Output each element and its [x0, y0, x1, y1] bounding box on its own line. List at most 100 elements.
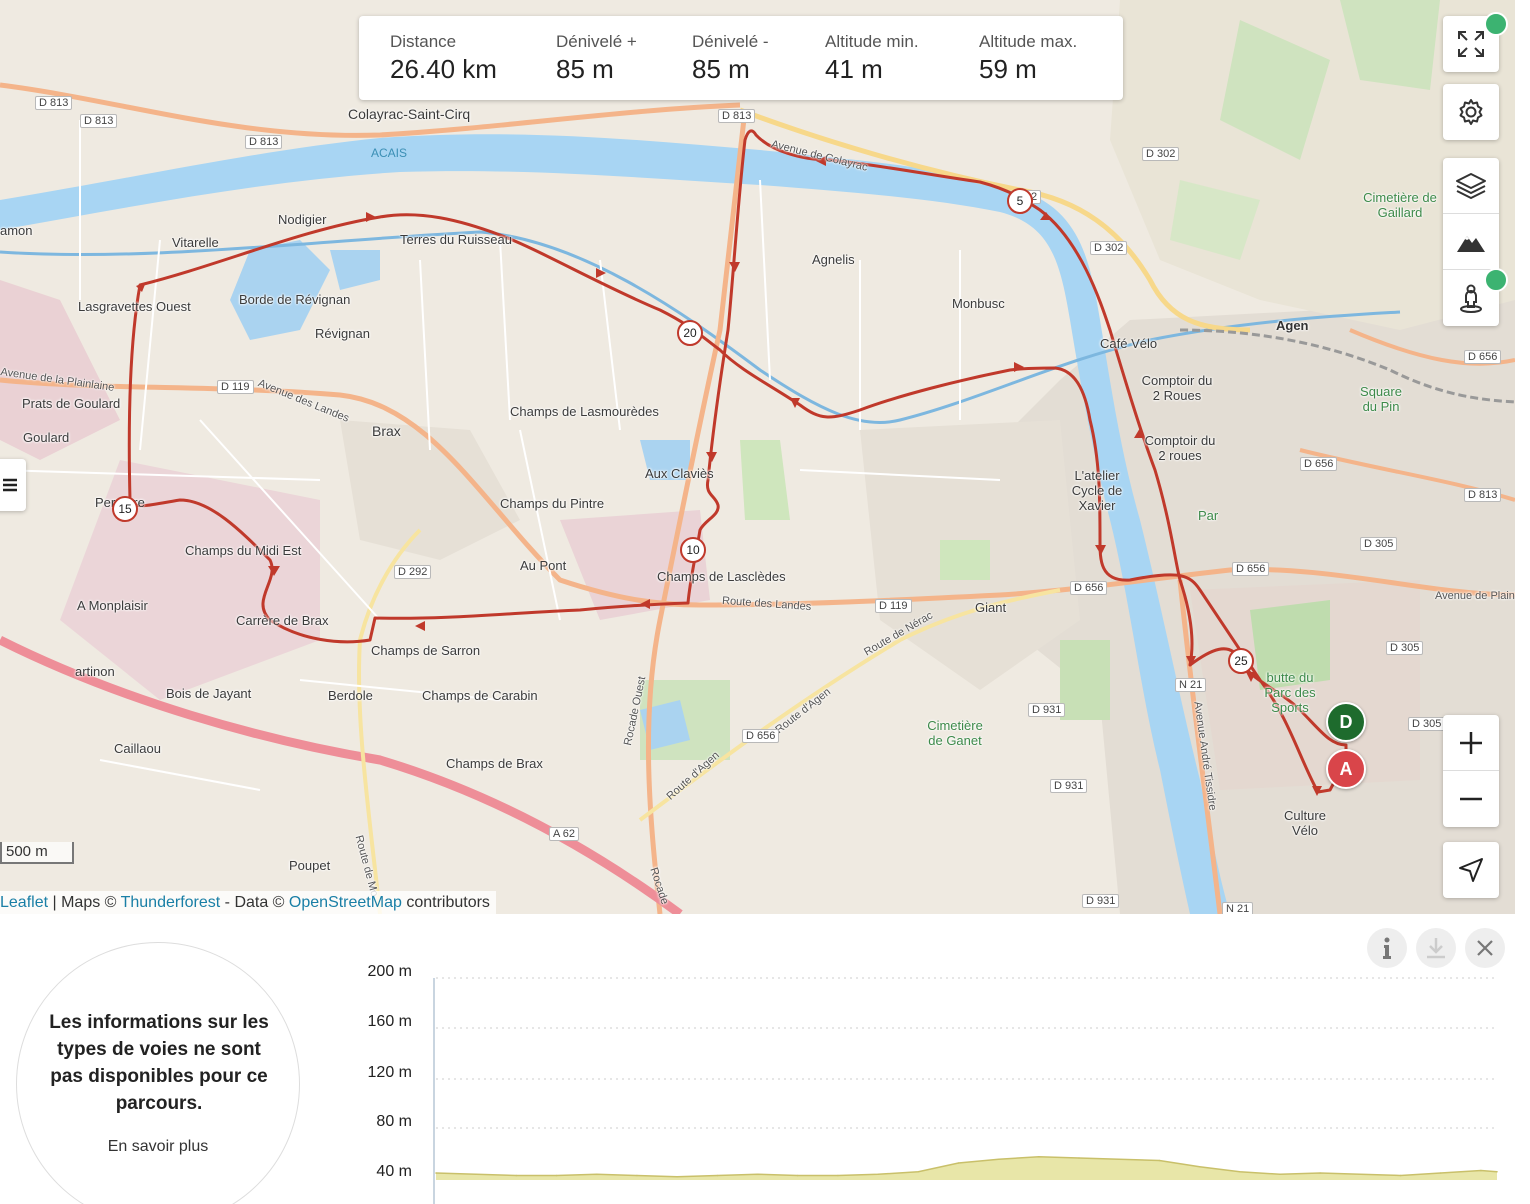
- place-label: Square du Pin: [1360, 384, 1402, 414]
- place-label: Champs de Lasmourèdes: [510, 404, 659, 419]
- stat-alt-max: Altitude max. 59 m: [948, 16, 1099, 100]
- stat-value: 85 m: [692, 53, 750, 84]
- road-shield: D 119: [217, 380, 254, 394]
- close-button[interactable]: [1465, 928, 1505, 968]
- close-icon: [1477, 940, 1493, 956]
- km-marker-10[interactable]: 10: [680, 537, 706, 563]
- road-shield: D 813: [245, 135, 283, 149]
- place-label: A Monplaisir: [77, 598, 148, 613]
- place-label: Nodigier: [278, 212, 327, 227]
- stat-descent: Dénivelé - 85 m: [661, 16, 794, 100]
- settings-button[interactable]: [1443, 84, 1499, 140]
- y-tick-label: 160 m: [367, 1013, 412, 1030]
- zoom-controls: [1443, 715, 1499, 827]
- place-label: Cimetière de Ganet: [927, 718, 983, 748]
- stat-alt-min: Altitude min. 41 m: [794, 16, 948, 100]
- attribution-text: | Maps ©: [48, 894, 121, 911]
- place-label: Café Vélo: [1100, 336, 1158, 351]
- place-label: Cimetière de Gaillard: [1363, 190, 1437, 220]
- layers-button[interactable]: [1443, 158, 1499, 214]
- route-stats: Distance 26.40 km Dénivelé + 85 m Dénive…: [359, 16, 1123, 100]
- place-label: Aux Claviès: [645, 466, 714, 481]
- learn-more-link[interactable]: En savoir plus: [17, 1138, 299, 1156]
- road-shield: D 931: [1082, 894, 1120, 908]
- place-label: Champs du Midi Est: [185, 543, 302, 558]
- hamburger-icon: [3, 478, 17, 492]
- app: Colayrac-Saint-Cirq ACAIS Nodigier Vitar…: [0, 0, 1530, 1204]
- plus-icon: [1460, 731, 1482, 754]
- km-marker-25[interactable]: 25: [1228, 648, 1254, 674]
- stat-label: Altitude max.: [979, 31, 1078, 51]
- place-label: Caillaou: [114, 741, 161, 756]
- road-shield: D 656: [1300, 457, 1338, 471]
- map-scale: 500 m: [0, 842, 74, 864]
- end-marker[interactable]: A: [1326, 749, 1366, 789]
- place-label: Comptoir du 2 Roues: [1141, 373, 1213, 403]
- stat-label: Dénivelé -: [692, 31, 769, 51]
- stat-value: 26.40 km: [390, 53, 497, 84]
- place-label: L'atelier Cycle de Xavier: [1071, 468, 1123, 513]
- road-shield: D 813: [80, 114, 118, 128]
- stat-value: 59 m: [979, 53, 1037, 84]
- road-shield: D 813: [718, 109, 756, 123]
- y-tick-label: 200 m: [367, 963, 412, 980]
- zoom-out-button[interactable]: [1443, 771, 1499, 827]
- road-shield: D 656: [742, 729, 780, 743]
- road-shield: D 305: [1360, 537, 1398, 551]
- y-tick-label: 80 m: [376, 1113, 412, 1130]
- place-label: Champs de Sarron: [371, 643, 481, 658]
- km-marker-20[interactable]: 20: [677, 320, 703, 346]
- road-shield: D 119: [875, 599, 912, 613]
- km-marker-5[interactable]: 5: [1007, 188, 1033, 214]
- map-view[interactable]: Colayrac-Saint-Cirq ACAIS Nodigier Vitar…: [0, 0, 1515, 914]
- place-label: Giant: [975, 600, 1007, 615]
- place-label: Colayrac-Saint-Cirq: [348, 106, 471, 122]
- layers-icon: [1456, 172, 1486, 199]
- thunderforest-link[interactable]: Thunderforest: [121, 894, 221, 911]
- place-label: butte du Parc des Sports: [1264, 670, 1316, 715]
- place-label: Champs de Lasclèdes: [657, 569, 786, 584]
- place-label: ACAIS: [371, 146, 408, 160]
- place-label: Borde de Révignan: [239, 292, 351, 307]
- stat-ascent: Dénivelé + 85 m: [525, 16, 661, 100]
- place-label: amon: [0, 223, 33, 238]
- place-label: Lasgravettes Ouest: [78, 299, 191, 314]
- road-shield: D 305: [1408, 717, 1446, 731]
- start-marker[interactable]: D: [1326, 702, 1366, 742]
- stat-label: Dénivelé +: [556, 31, 637, 51]
- place-label: Goulard: [23, 430, 70, 445]
- place-label: Champs de Brax: [446, 756, 543, 771]
- road-shield: N 21: [1175, 678, 1207, 692]
- info-icon: [1383, 937, 1391, 959]
- leaflet-link[interactable]: Leaflet: [0, 894, 48, 911]
- place-label: Prats de Goulard: [22, 396, 121, 411]
- place-label: Champs de Carabin: [422, 688, 538, 703]
- fullscreen-icon: [1458, 31, 1484, 57]
- stat-label: Altitude min.: [825, 31, 919, 51]
- info-button[interactable]: [1367, 928, 1407, 968]
- road-shield: D 656: [1070, 581, 1108, 595]
- stat-distance: Distance 26.40 km: [359, 16, 525, 100]
- y-tick-label: 40 m: [376, 1163, 412, 1180]
- road-shield: D 656: [1232, 562, 1270, 576]
- road-shield: D 292: [394, 565, 432, 579]
- place-label: Champs du Pintre: [500, 496, 605, 511]
- place-label: Révignan: [315, 326, 370, 341]
- side-menu-toggle[interactable]: [0, 459, 26, 511]
- download-icon: [1427, 938, 1445, 959]
- locate-button[interactable]: [1443, 842, 1499, 898]
- road-name: Avenue de Plainlaine: [1435, 590, 1515, 602]
- zoom-in-button[interactable]: [1443, 715, 1499, 771]
- openstreetmap-link[interactable]: OpenStreetMap: [289, 894, 402, 911]
- attribution-text: contributors: [401, 894, 490, 911]
- km-marker-15[interactable]: 15: [112, 496, 138, 522]
- settings-control: [1443, 84, 1499, 140]
- road-shield: N 21: [1222, 902, 1254, 914]
- place-label: Terres du Ruisseau: [400, 232, 512, 247]
- place-label: Comptoir du 2 roues: [1144, 433, 1216, 463]
- map-attribution: Leaflet | Maps © Thunderforest - Data © …: [0, 891, 496, 914]
- download-button[interactable]: [1416, 928, 1456, 968]
- road-shield: D 813: [35, 96, 73, 110]
- road-shield: D 931: [1028, 703, 1066, 717]
- terrain-button[interactable]: [1443, 214, 1499, 270]
